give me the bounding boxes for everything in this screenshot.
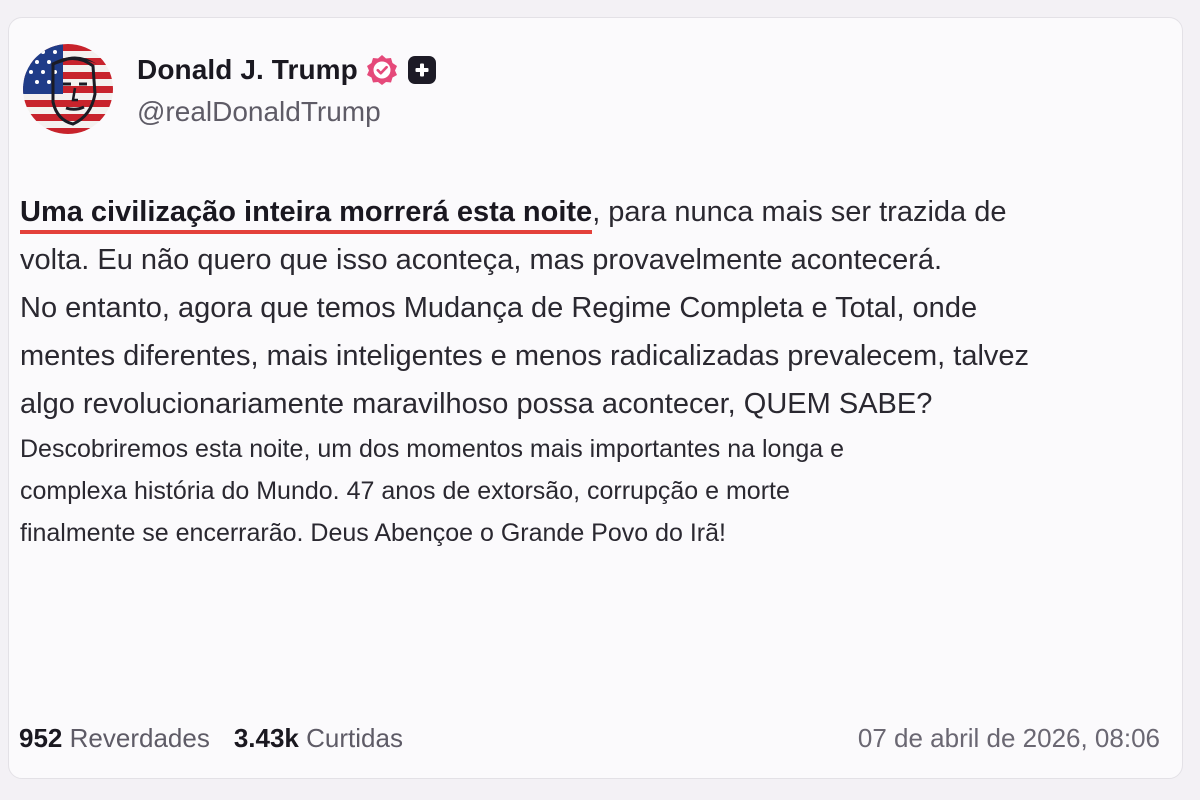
post-line-5: algo revolucionariamente maravilhoso pos… <box>20 388 933 420</box>
display-name[interactable]: Donald J. Trump <box>137 54 358 86</box>
post-line-2: volta. Eu não quero que isso aconteça, m… <box>20 244 943 276</box>
post-line-1-rest: , para nunca mais ser trazida de <box>592 196 1007 228</box>
post-card: Donald J. Trump @realDonaldTrump Uma civ… <box>8 17 1183 779</box>
post-line-8: finalmente se encerrarão. Deus Abençoe o… <box>20 519 726 547</box>
post-line-3: No entanto, agora que temos Mudança de R… <box>20 292 978 324</box>
reposts-label: Reverdades <box>69 723 210 753</box>
post-line: Uma civilização inteira morrerá esta noi… <box>20 188 1150 236</box>
post-line-4: mentes diferentes, mais inteligentes e m… <box>20 340 1030 372</box>
post-line-6: Descobriremos esta noite, um dos momento… <box>20 435 844 463</box>
reposts-count: 952 <box>19 723 63 753</box>
name-row: Donald J. Trump <box>137 50 436 90</box>
likes-label: Curtidas <box>306 723 403 753</box>
likes-stat[interactable]: 3.43k Curtidas <box>234 723 403 754</box>
post-footer: 952 Reverdades 3.43k Curtidas 07 de abri… <box>19 723 1160 754</box>
verified-badge-icon <box>366 54 398 86</box>
user-handle[interactable]: @realDonaldTrump <box>137 96 436 128</box>
plus-box-icon[interactable] <box>407 56 436 84</box>
profile-names: Donald J. Trump @realDonaldTrump <box>137 50 436 128</box>
likes-count: 3.43k <box>233 723 299 753</box>
avatar[interactable] <box>23 44 113 134</box>
post-body: Uma civilização inteira morrerá esta noi… <box>20 188 1150 554</box>
post-timestamp[interactable]: 07 de abril de 2026, 08:06 <box>858 723 1160 754</box>
flag-portrait-avatar-icon <box>23 44 113 134</box>
post-line-7: complexa história do Mundo. 47 anos de e… <box>20 477 790 505</box>
highlighted-phrase: Uma civilização inteira morrerá esta noi… <box>20 196 593 234</box>
reposts-stat[interactable]: 952 Reverdades <box>19 723 210 754</box>
post-header: Donald J. Trump @realDonaldTrump <box>23 44 436 134</box>
